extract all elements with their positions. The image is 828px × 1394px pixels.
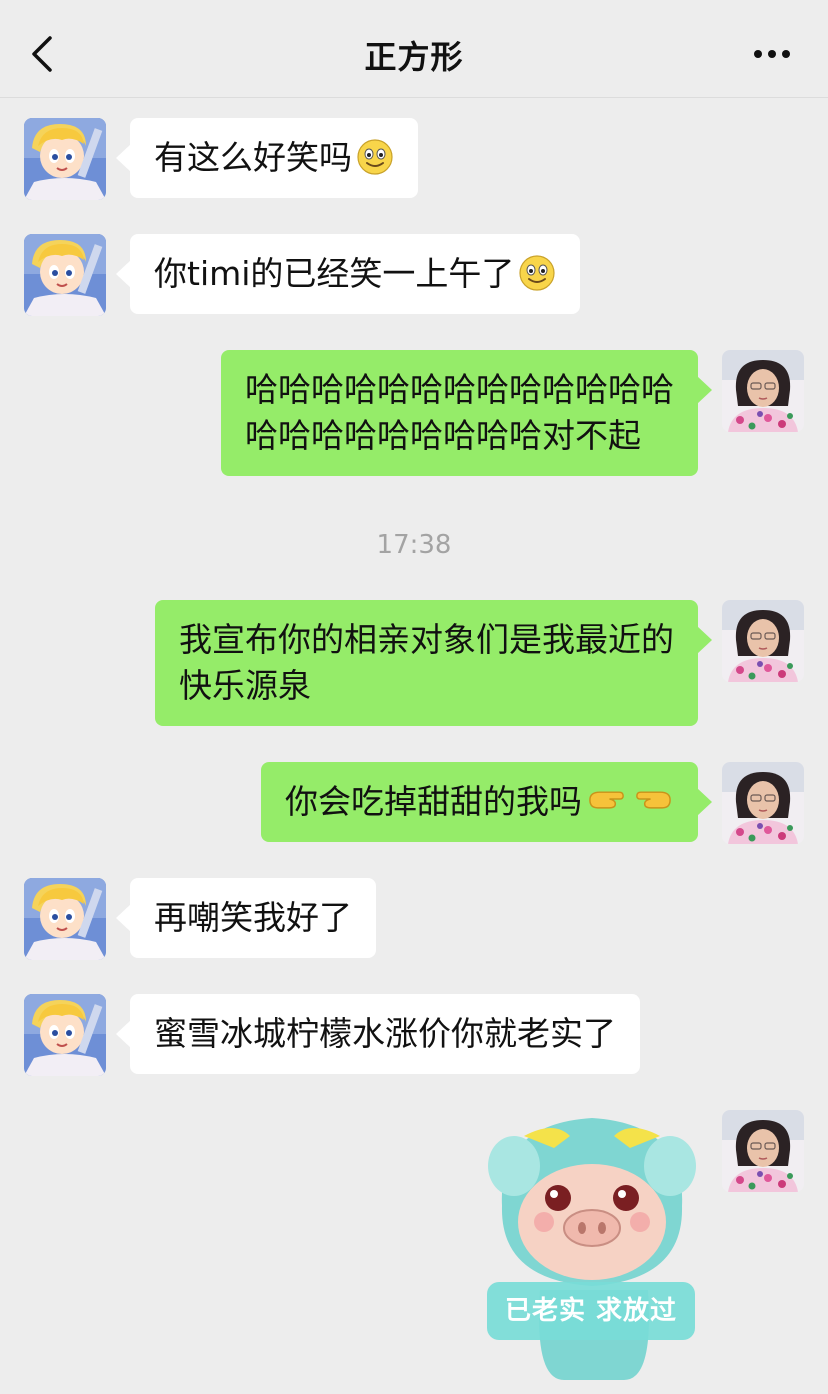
avatar[interactable] — [24, 234, 106, 316]
message-bubble[interactable]: 有这么好笑吗 — [116, 118, 418, 198]
message-bubble[interactable]: 你timi的已经笑一上午了 — [115, 234, 581, 314]
avatar[interactable] — [722, 1110, 804, 1192]
message-text: 有这么好笑吗 — [154, 138, 352, 177]
message-text: 你会吃掉甜甜的我吗 — [285, 782, 582, 821]
avatar[interactable] — [722, 762, 804, 844]
message-bubble[interactable]: 再嘲笑我好了 — [116, 878, 376, 958]
message-bubble[interactable]: 哈哈哈哈哈哈哈哈哈哈哈哈哈 哈哈哈哈哈哈哈哈哈对不起 — [221, 350, 712, 476]
sticker-caption: 已老实 求放过 — [487, 1282, 695, 1340]
avatar[interactable] — [24, 118, 106, 200]
avatar[interactable] — [24, 994, 106, 1076]
message-text: 你timi的已经笑一上午了 — [154, 254, 515, 293]
message-text: 再嘲笑我好了 — [154, 898, 352, 937]
avatar[interactable] — [722, 350, 804, 432]
avatar[interactable] — [722, 600, 804, 682]
message-text: 我宣布你的相亲对象们是我最近的 快乐源泉 — [179, 620, 674, 705]
message-bubble[interactable]: 你会吃掉甜甜的我吗 — [261, 762, 712, 842]
message-text: 哈哈哈哈哈哈哈哈哈哈哈哈哈 哈哈哈哈哈哈哈哈哈对不起 — [245, 370, 674, 455]
smile-emoji-icon — [518, 254, 556, 292]
message-bubble[interactable]: 蜜雪冰城柠檬水涨价你就老实了 — [116, 994, 640, 1074]
chat-timestamp: 17:38 — [376, 530, 452, 560]
chat-header: 正方形 — [0, 0, 828, 98]
message-bubble[interactable]: 我宣布你的相亲对象们是我最近的 快乐源泉 — [155, 600, 712, 726]
smile-emoji-icon — [356, 138, 394, 176]
avatar[interactable] — [24, 878, 106, 960]
more-dots-icon[interactable] — [752, 40, 792, 68]
message-text: 蜜雪冰城柠檬水涨价你就老实了 — [154, 1014, 616, 1053]
pointing-hands-emoji-icon — [589, 790, 671, 809]
chat-title: 正方形 — [364, 38, 464, 76]
